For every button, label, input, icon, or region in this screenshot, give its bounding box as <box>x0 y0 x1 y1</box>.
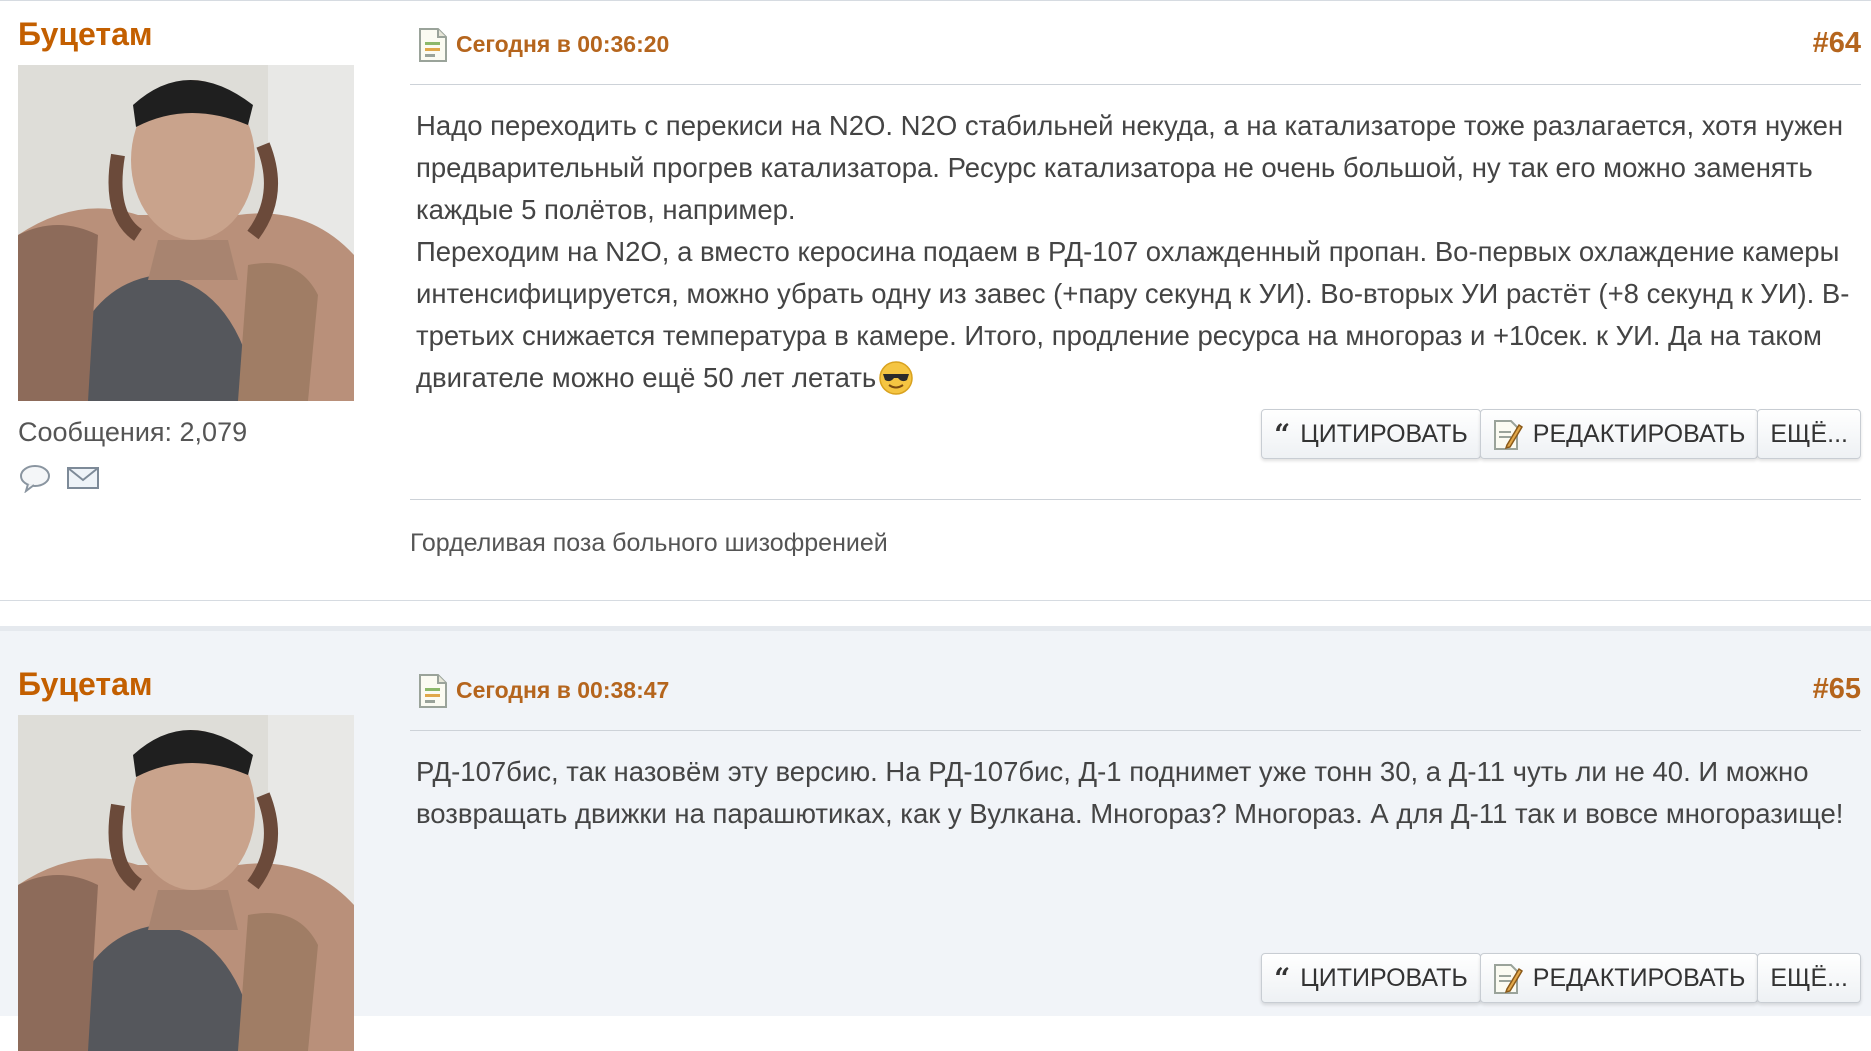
username-link[interactable]: Буцетам <box>18 661 358 707</box>
quote-button-label: ЦИТИРОВАТЬ <box>1300 419 1468 448</box>
post-header: Сегодня в 00:38:47 #65 <box>410 669 1861 731</box>
chat-bubble-icon[interactable] <box>18 463 52 494</box>
more-button[interactable]: ЕЩЁ... <box>1757 409 1861 459</box>
post-number-link[interactable]: #64 <box>1813 27 1861 60</box>
user-info: Буцетам <box>18 661 358 1051</box>
quote-button-label: ЦИТИРОВАТЬ <box>1300 963 1468 992</box>
post-number-link[interactable]: #65 <box>1813 673 1861 706</box>
post: Буцетам Сообщения: 2,079 Сегодня в 00:36… <box>0 0 1871 600</box>
post-actions: “ ЦИТИРОВАТЬ РЕДАКТИРОВАТЬ ЕЩЁ... <box>1261 409 1861 459</box>
post-body: Надо переходить с перекиси на N2O. N2O с… <box>410 85 1861 399</box>
sunglasses-emoji-icon <box>878 360 914 396</box>
post-content: Сегодня в 00:36:20 #64 Надо переходить с… <box>410 23 1861 399</box>
signature-divider <box>410 499 1861 500</box>
quote-button[interactable]: “ ЦИТИРОВАТЬ <box>1261 953 1481 1003</box>
user-info: Буцетам Сообщения: 2,079 <box>18 11 358 494</box>
edit-icon <box>1493 417 1523 451</box>
post-header: Сегодня в 00:36:20 #64 <box>410 23 1861 85</box>
post-date: Сегодня в 00:38:47 <box>456 677 670 703</box>
post-actions: “ ЦИТИРОВАТЬ РЕДАКТИРОВАТЬ ЕЩЁ... <box>1261 953 1861 1003</box>
post-paragraph: Переходим на N2O, а вместо керосина пода… <box>416 231 1853 399</box>
contact-icons <box>18 463 358 494</box>
username-link[interactable]: Буцетам <box>18 11 358 57</box>
avatar[interactable] <box>18 65 354 401</box>
more-button[interactable]: ЕЩЁ... <box>1757 953 1861 1003</box>
post-paragraph: РД-107бис, так назовём эту версию. На РД… <box>416 756 1844 829</box>
post-date: Сегодня в 00:36:20 <box>456 31 670 57</box>
signature: Горделивая поза больного шизофренией <box>410 529 888 557</box>
document-icon <box>418 673 448 709</box>
edit-button-label: РЕДАКТИРОВАТЬ <box>1532 419 1746 448</box>
edit-button-label: РЕДАКТИРОВАТЬ <box>1532 963 1746 992</box>
avatar-image <box>18 715 354 1051</box>
message-count: Сообщения: 2,079 <box>18 417 248 447</box>
more-button-label: ЕЩЁ... <box>1770 419 1848 448</box>
avatar-image <box>18 65 354 401</box>
quote-button[interactable]: “ ЦИТИРОВАТЬ <box>1261 409 1481 459</box>
edit-button[interactable]: РЕДАКТИРОВАТЬ <box>1479 953 1759 1003</box>
more-button-label: ЕЩЁ... <box>1770 963 1848 992</box>
envelope-icon[interactable] <box>66 463 100 493</box>
edit-button[interactable]: РЕДАКТИРОВАТЬ <box>1479 409 1759 459</box>
quote-icon: “ <box>1274 417 1291 451</box>
post-body: РД-107бис, так назовём эту версию. На РД… <box>410 731 1861 835</box>
quote-icon: “ <box>1274 961 1291 995</box>
document-icon <box>418 27 448 63</box>
post: Буцетам Сегодня в 00:38:47 #65 РД-107бис… <box>0 626 1871 1051</box>
edit-icon <box>1493 961 1523 995</box>
post-content: Сегодня в 00:38:47 #65 РД-107бис, так на… <box>410 669 1861 835</box>
avatar[interactable] <box>18 715 354 1051</box>
post-paragraph: Надо переходить с перекиси на N2O. N2O с… <box>416 110 1844 225</box>
post-separator <box>0 600 1871 626</box>
